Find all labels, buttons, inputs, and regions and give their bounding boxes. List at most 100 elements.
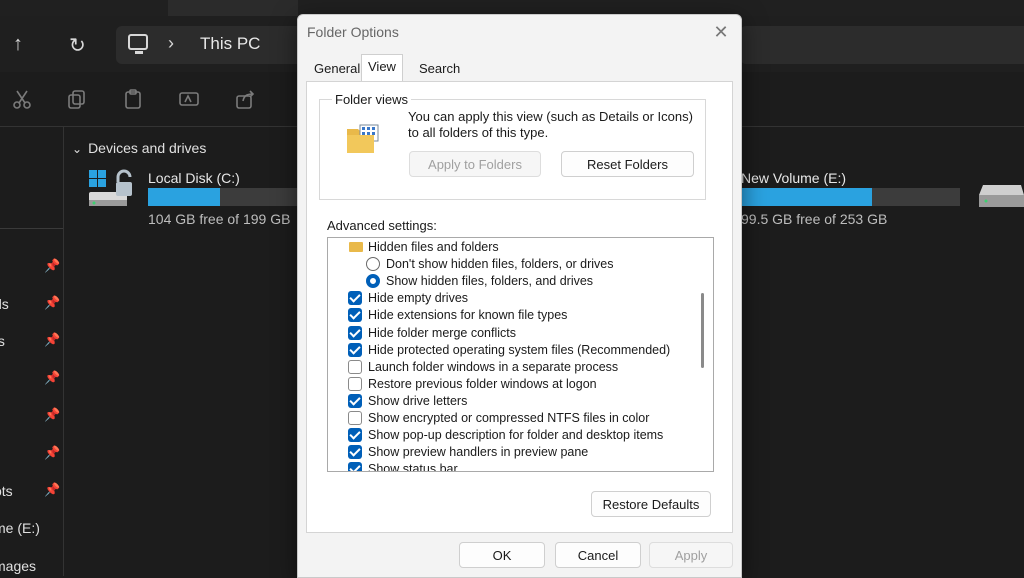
section-title: Devices and drives (88, 140, 207, 156)
tab-view[interactable]: View (361, 54, 403, 83)
drive-e-usage-bar (741, 188, 960, 206)
advanced-setting-label: Hidden files and folders (368, 240, 499, 254)
advanced-setting-label: Show status bar (368, 462, 458, 472)
advanced-setting-item[interactable]: Show hidden files, folders, and drives (328, 273, 698, 290)
checkbox[interactable] (348, 376, 362, 391)
address-bar[interactable]: › This PC (116, 26, 316, 64)
advanced-setting-label: Restore previous folder windows at logon (368, 376, 597, 391)
pin-icon[interactable]: 📌 (44, 295, 60, 311)
folder-views-icon (347, 124, 379, 153)
checkbox[interactable] (348, 411, 362, 425)
this-pc-icon (128, 34, 148, 54)
pin-icon[interactable]: 📌 (44, 445, 60, 461)
cut-icon[interactable] (11, 88, 33, 110)
advanced-setting-item[interactable]: Show preview handlers in preview pane (328, 444, 698, 461)
advanced-setting-label: Don't show hidden files, folders, or dri… (386, 257, 614, 272)
checkbox[interactable] (348, 393, 362, 408)
sidebar-item-documents[interactable]: ts (0, 333, 5, 349)
drive-c-usage-fill (148, 188, 220, 206)
checkbox[interactable] (348, 325, 362, 340)
advanced-setting-label: Hide empty drives (368, 291, 469, 306)
checkbox[interactable] (348, 291, 362, 306)
advanced-setting-item[interactable]: Show drive letters (328, 393, 698, 410)
drive-c-usage-bar (148, 188, 298, 206)
ok-button[interactable]: OK (459, 542, 545, 568)
drive-c-free-space: 104 GB free of 199 GB (148, 211, 291, 227)
breadcrumb-this-pc[interactable]: This PC (200, 34, 260, 54)
advanced-setting-item[interactable]: Hide folder merge conflicts (328, 325, 698, 342)
apply-button[interactable]: Apply (649, 542, 733, 568)
dialog-title: Folder Options (307, 24, 399, 40)
drive-e-usage-fill (741, 188, 873, 206)
advanced-setting-item[interactable]: Hide empty drives (328, 290, 698, 307)
checkbox[interactable] (348, 462, 362, 471)
folder-views-legend: Folder views (332, 92, 411, 107)
checkbox[interactable] (348, 342, 362, 357)
tab-general[interactable]: General (308, 57, 366, 81)
advanced-setting-item[interactable]: Hide extensions for known file types (328, 307, 698, 324)
sidebar-item-downloads[interactable]: ds (0, 296, 9, 312)
advanced-setting-item[interactable]: Show encrypted or compressed NTFS files … (328, 410, 698, 427)
advanced-setting-label: Show pop-up description for folder and d… (368, 428, 664, 443)
sidebar-divider (0, 228, 63, 229)
sidebar-item-new-volume[interactable]: me (E:) (0, 520, 40, 536)
cancel-button[interactable]: Cancel (555, 542, 641, 568)
advanced-setting-item[interactable]: Show status bar (328, 461, 698, 472)
apply-to-folders-button[interactable]: Apply to Folders (409, 151, 541, 177)
advanced-setting-label: Hide protected operating system files (R… (368, 342, 671, 357)
tab-search[interactable]: Search (413, 57, 466, 81)
pin-icon[interactable]: 📌 (44, 258, 60, 274)
devices-and-drives-header[interactable]: ⌄ Devices and drives (72, 140, 206, 156)
drive-icon[interactable] (977, 183, 1024, 209)
paste-icon[interactable] (122, 88, 144, 110)
restore-defaults-button[interactable]: Restore Defaults (591, 491, 711, 517)
checkbox[interactable] (348, 359, 362, 374)
advanced-setting-label: Hide folder merge conflicts (368, 325, 516, 340)
checkbox[interactable] (348, 445, 362, 460)
radio-button[interactable] (366, 257, 380, 272)
chevron-right-icon[interactable]: › (168, 33, 174, 54)
folder-icon (349, 242, 363, 252)
advanced-setting-item[interactable]: Hide protected operating system files (R… (328, 342, 698, 359)
drive-e-name: New Volume (E:) (741, 170, 847, 186)
advanced-setting-item[interactable]: Hidden files and folders (328, 239, 698, 256)
checkbox[interactable] (348, 308, 362, 323)
advanced-setting-label: Hide extensions for known file types (368, 308, 568, 323)
search-box[interactable] (740, 26, 1024, 64)
folder-views-description: You can apply this view (such as Details… (408, 109, 693, 140)
drive-c-icon (89, 169, 132, 206)
drive-c-name: Local Disk (C:) (148, 170, 240, 186)
pin-icon[interactable]: 📌 (44, 370, 60, 386)
refresh-icon[interactable]: ↻ (69, 33, 86, 58)
advanced-settings-label: Advanced settings: (327, 218, 437, 233)
close-icon[interactable]: ✕ (710, 21, 732, 43)
radio-button[interactable] (366, 274, 380, 289)
checkbox[interactable] (348, 428, 362, 443)
sidebar-item-images[interactable]: mages (0, 558, 36, 574)
folder-options-dialog: Folder Options ✕ General View Search Fol… (297, 14, 742, 578)
share-icon[interactable] (234, 88, 256, 110)
advanced-setting-label: Show preview handlers in preview pane (368, 445, 589, 460)
advanced-setting-item[interactable]: Show pop-up description for folder and d… (328, 427, 698, 444)
pin-icon[interactable]: 📌 (44, 332, 60, 348)
pin-icon[interactable]: 📌 (44, 482, 60, 498)
scrollbar-thumb[interactable] (701, 293, 704, 368)
advanced-setting-label: Show encrypted or compressed NTFS files … (368, 411, 650, 425)
advanced-setting-label: Show hidden files, folders, and drives (386, 274, 594, 289)
rename-icon[interactable] (178, 88, 200, 110)
reset-folders-button[interactable]: Reset Folders (561, 151, 694, 177)
drive-e-free-space: 99.5 GB free of 253 GB (741, 211, 888, 227)
up-arrow-icon[interactable]: ↑ (13, 33, 23, 56)
advanced-settings-list[interactable]: Hidden files and folders Don't show hidde… (327, 237, 714, 472)
advanced-setting-item[interactable]: Launch folder windows in a separate proc… (328, 359, 698, 376)
explorer-tab[interactable] (168, 0, 298, 16)
advanced-setting-label: Show drive letters (368, 393, 468, 408)
sidebar-item-screenshots[interactable]: ots (0, 483, 13, 499)
copy-icon[interactable] (66, 88, 88, 110)
navigation-pane (0, 127, 64, 576)
chevron-down-icon[interactable]: ⌄ (72, 142, 82, 156)
advanced-setting-label: Launch folder windows in a separate proc… (368, 359, 619, 374)
advanced-setting-item[interactable]: Restore previous folder windows at logon (328, 376, 698, 393)
pin-icon[interactable]: 📌 (44, 407, 60, 423)
advanced-setting-item[interactable]: Don't show hidden files, folders, or dri… (328, 256, 698, 273)
